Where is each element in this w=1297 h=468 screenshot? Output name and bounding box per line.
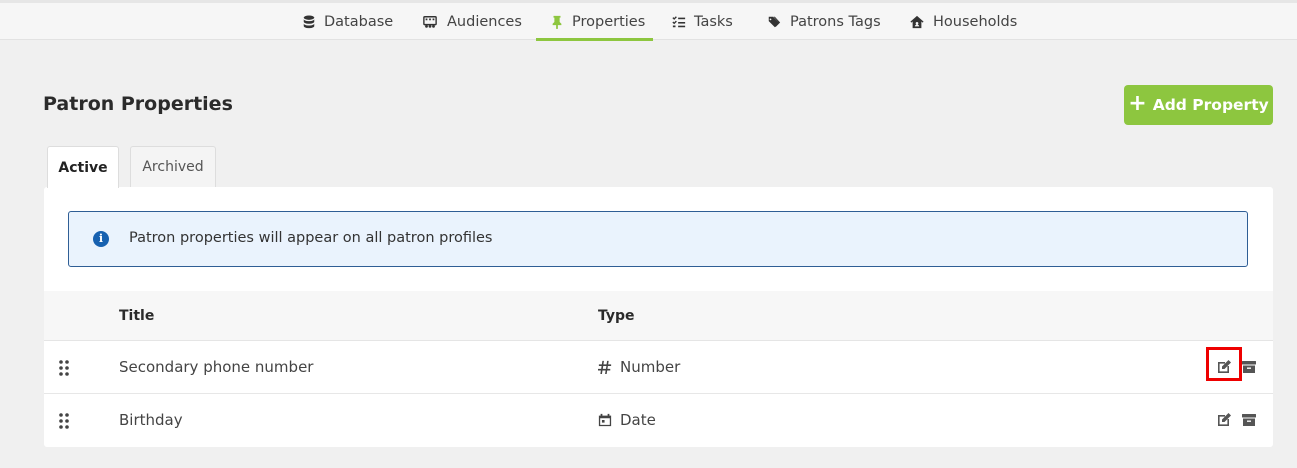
plus-icon: + bbox=[1128, 91, 1147, 116]
nav-item-tasks[interactable]: Tasks bbox=[672, 3, 733, 40]
properties-card: i Patron properties will appear on all p… bbox=[44, 187, 1273, 447]
property-type-label: Date bbox=[620, 411, 656, 429]
tags-icon bbox=[767, 16, 781, 27]
hash-icon bbox=[598, 360, 612, 374]
pin-icon bbox=[552, 15, 562, 29]
house-icon bbox=[910, 15, 924, 28]
audiences-icon bbox=[423, 15, 437, 28]
tab-active[interactable]: Active bbox=[47, 146, 119, 188]
calendar-icon bbox=[598, 413, 612, 427]
edit-highlight-box bbox=[1206, 347, 1242, 381]
property-type: Number bbox=[598, 358, 680, 376]
nav-label-patrons-tags: Patrons Tags bbox=[790, 13, 881, 30]
property-type-label: Number bbox=[620, 358, 681, 376]
drag-handle-icon[interactable] bbox=[58, 359, 70, 377]
tasks-icon bbox=[672, 15, 686, 27]
property-title: Birthday bbox=[119, 411, 183, 429]
page-title: Patron Properties bbox=[43, 93, 233, 115]
add-property-button[interactable]: + Add Property bbox=[1124, 85, 1273, 125]
alert-text: Patron properties will appear on all pat… bbox=[129, 230, 493, 246]
active-tab-indicator bbox=[536, 38, 653, 41]
database-icon bbox=[303, 14, 315, 28]
info-icon: i bbox=[93, 231, 109, 247]
property-title: Secondary phone number bbox=[119, 358, 314, 376]
archive-icon[interactable] bbox=[1241, 412, 1259, 430]
table-header: Title Type bbox=[44, 291, 1273, 341]
nav-label-audiences: Audiences bbox=[447, 13, 522, 30]
property-type: Date bbox=[598, 411, 656, 429]
archive-icon[interactable] bbox=[1241, 359, 1259, 377]
nav-item-households[interactable]: Households bbox=[909, 3, 1017, 40]
nav-item-database[interactable]: Database bbox=[302, 3, 393, 40]
edit-icon[interactable] bbox=[1216, 412, 1234, 430]
nav-label-properties: Properties bbox=[572, 13, 646, 30]
tab-archived[interactable]: Archived bbox=[130, 146, 216, 187]
top-navigation: Database Audiences Properties Tasks Patr… bbox=[0, 0, 1297, 41]
column-title-header: Title bbox=[119, 308, 155, 324]
info-alert: i Patron properties will appear on all p… bbox=[68, 211, 1248, 267]
nav-label-tasks: Tasks bbox=[694, 13, 733, 30]
column-type-header: Type bbox=[598, 308, 635, 324]
nav-label-households: Households bbox=[933, 13, 1018, 30]
nav-item-properties[interactable]: Properties bbox=[550, 3, 645, 40]
add-property-label: Add Property bbox=[1152, 96, 1269, 114]
nav-label-database: Database bbox=[324, 13, 394, 30]
nav-item-audiences[interactable]: Audiences bbox=[421, 3, 522, 40]
table-row: Birthday Date bbox=[44, 394, 1273, 447]
drag-handle-icon[interactable] bbox=[58, 412, 70, 430]
nav-item-patrons-tags[interactable]: Patrons Tags bbox=[766, 3, 881, 40]
table-row: Secondary phone number Number bbox=[44, 341, 1273, 394]
